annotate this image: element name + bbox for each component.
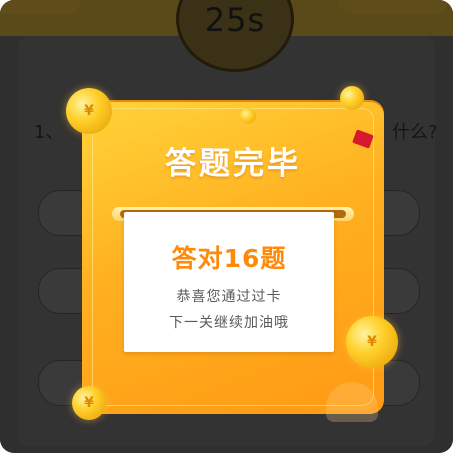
timer-text: 25s xyxy=(204,1,266,39)
coin-icon: ¥ xyxy=(66,88,112,134)
coin-icon: ¥ xyxy=(72,386,106,420)
score-text: 答对16题 xyxy=(171,244,287,273)
dialog-title: 答题完毕 xyxy=(165,146,301,182)
question-text-end: 什么? xyxy=(392,122,438,143)
result-dialog[interactable]: 答题完毕 答对16题 恭喜您通过过卡 下一关继续加油哦 xyxy=(82,100,384,414)
game-screen: 25s 1、 什么? 答题完毕 答对16题 恭喜您通过过卡 下一关继续加油哦 ¥… xyxy=(0,0,453,453)
congrats-text: 恭喜您通过过卡 xyxy=(176,289,282,305)
coin-icon: ¥ xyxy=(346,316,398,368)
result-paper: 答对16题 恭喜您通过过卡 下一关继续加油哦 xyxy=(124,212,334,352)
coin-icon xyxy=(340,86,364,110)
encourage-text: 下一关继续加油哦 xyxy=(169,315,289,331)
header-pill-left xyxy=(0,0,80,14)
coin-icon xyxy=(240,108,256,124)
question-text-start: 1、 xyxy=(34,122,64,143)
header-pill-right xyxy=(338,0,448,14)
